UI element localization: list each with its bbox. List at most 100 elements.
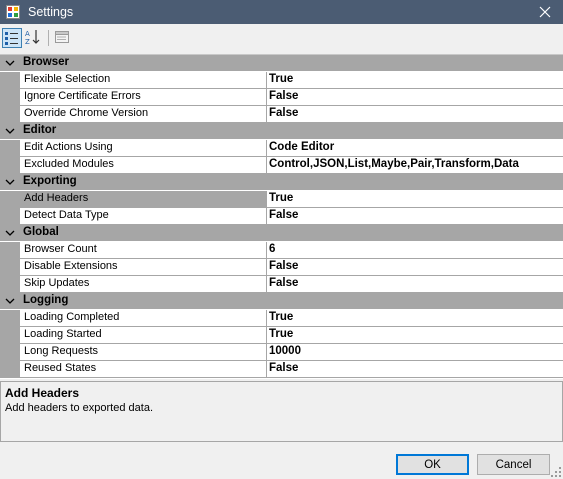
category-label: Exporting	[23, 175, 77, 187]
collapse-chevron-icon[interactable]	[5, 296, 15, 306]
property-value[interactable]: False	[269, 260, 298, 272]
property-name[interactable]: Edit Actions Using	[24, 141, 113, 153]
row-gutter	[0, 157, 20, 173]
property-grid[interactable]: Browser Flexible Selection True Ignore Cert…	[0, 54, 563, 379]
column-divider[interactable]	[266, 191, 267, 207]
collapse-chevron-icon[interactable]	[5, 177, 15, 187]
property-value[interactable]: False	[269, 90, 298, 102]
column-divider[interactable]	[266, 157, 267, 173]
property-name[interactable]: Ignore Certificate Errors	[24, 90, 141, 102]
property-name[interactable]: Excluded Modules	[24, 158, 114, 170]
property-row[interactable]: Disable Extensions False	[0, 259, 563, 276]
property-name[interactable]: Reused States	[24, 362, 96, 374]
window-title: Settings	[28, 5, 74, 19]
app-icon	[6, 5, 20, 19]
property-value[interactable]: 6	[269, 243, 275, 255]
column-divider[interactable]	[266, 72, 267, 88]
property-row[interactable]: Loading Completed True	[0, 310, 563, 327]
property-value[interactable]: 10000	[269, 345, 301, 357]
property-name[interactable]: Browser Count	[24, 243, 97, 255]
categorized-button[interactable]	[2, 28, 22, 48]
svg-text:A: A	[25, 30, 30, 38]
cancel-button[interactable]: Cancel	[477, 454, 550, 475]
property-row[interactable]: Override Chrome Version False	[0, 106, 563, 123]
category-row[interactable]: Editor	[0, 123, 563, 140]
property-row[interactable]: Add Headers True	[0, 191, 563, 208]
property-row[interactable]: Browser Count 6	[0, 242, 563, 259]
column-divider[interactable]	[266, 276, 267, 292]
property-value[interactable]: True	[269, 311, 293, 323]
property-grid-toolbar: A Z	[0, 24, 563, 54]
property-value[interactable]: True	[269, 73, 293, 85]
property-name[interactable]: Override Chrome Version	[24, 107, 148, 119]
column-divider[interactable]	[266, 140, 267, 156]
alphabetical-button[interactable]: A Z	[24, 28, 44, 48]
resize-grip-icon[interactable]	[551, 467, 561, 477]
property-name[interactable]: Flexible Selection	[24, 73, 110, 85]
row-gutter	[0, 208, 20, 224]
column-divider[interactable]	[266, 106, 267, 122]
category-label: Global	[23, 226, 59, 238]
property-value[interactable]: False	[269, 362, 298, 374]
column-divider[interactable]	[266, 327, 267, 343]
property-row[interactable]: Skip Updates False	[0, 276, 563, 293]
property-value[interactable]: Control,JSON,List,Maybe,Pair,Transform,D…	[269, 158, 519, 170]
category-label: Editor	[23, 124, 57, 136]
column-divider[interactable]	[266, 259, 267, 275]
property-name[interactable]: Loading Completed	[24, 311, 119, 323]
property-value[interactable]: False	[269, 209, 298, 221]
column-divider[interactable]	[266, 89, 267, 105]
property-name[interactable]: Detect Data Type	[24, 209, 109, 221]
property-row[interactable]: Excluded Modules Control,JSON,List,Maybe,…	[0, 157, 563, 174]
collapse-chevron-icon[interactable]	[5, 58, 15, 68]
property-row[interactable]: Edit Actions Using Code Editor	[0, 140, 563, 157]
row-gutter	[0, 361, 20, 377]
alphabetical-sort-icon: A Z	[25, 30, 40, 46]
help-title: Add Headers	[5, 386, 80, 400]
property-value[interactable]: False	[269, 107, 298, 119]
category-row[interactable]: Global	[0, 225, 563, 242]
row-gutter	[0, 140, 20, 156]
column-divider[interactable]	[266, 242, 267, 258]
property-name[interactable]: Add Headers	[24, 192, 88, 204]
property-row[interactable]: Reused States False	[0, 361, 563, 378]
property-row[interactable]: Detect Data Type False	[0, 208, 563, 225]
row-gutter	[0, 259, 20, 275]
row-gutter	[0, 310, 20, 326]
column-divider[interactable]	[266, 208, 267, 224]
svg-text:Z: Z	[25, 38, 30, 46]
property-pages-icon	[55, 31, 69, 43]
property-row[interactable]: Long Requests 10000	[0, 344, 563, 361]
property-value[interactable]: True	[269, 192, 293, 204]
help-description: Add headers to exported data.	[5, 402, 153, 414]
help-pane: Add Headers Add headers to exported data…	[0, 381, 563, 442]
property-value[interactable]: False	[269, 277, 298, 289]
category-label: Logging	[23, 294, 69, 306]
property-row[interactable]: Loading Started True	[0, 327, 563, 344]
row-gutter	[0, 72, 20, 88]
property-name[interactable]: Loading Started	[24, 328, 102, 340]
row-gutter	[0, 89, 20, 105]
category-row[interactable]: Logging	[0, 293, 563, 310]
column-divider[interactable]	[266, 344, 267, 360]
property-pages-button[interactable]	[53, 28, 73, 48]
column-divider[interactable]	[266, 310, 267, 326]
row-gutter	[0, 191, 20, 207]
property-value[interactable]: True	[269, 328, 293, 340]
property-name[interactable]: Long Requests	[24, 345, 98, 357]
property-row[interactable]: Ignore Certificate Errors False	[0, 89, 563, 106]
property-row[interactable]: Flexible Selection True	[0, 72, 563, 89]
property-name[interactable]: Disable Extensions	[24, 260, 118, 272]
ok-button[interactable]: OK	[396, 454, 469, 475]
row-gutter	[0, 327, 20, 343]
row-gutter	[0, 344, 20, 360]
collapse-chevron-icon[interactable]	[5, 228, 15, 238]
category-row[interactable]: Exporting	[0, 174, 563, 191]
property-name[interactable]: Skip Updates	[24, 277, 89, 289]
row-gutter	[0, 242, 20, 258]
collapse-chevron-icon[interactable]	[5, 126, 15, 136]
close-button[interactable]	[527, 0, 563, 24]
column-divider[interactable]	[266, 361, 267, 377]
category-row[interactable]: Browser	[0, 55, 563, 72]
property-value[interactable]: Code Editor	[269, 141, 334, 153]
